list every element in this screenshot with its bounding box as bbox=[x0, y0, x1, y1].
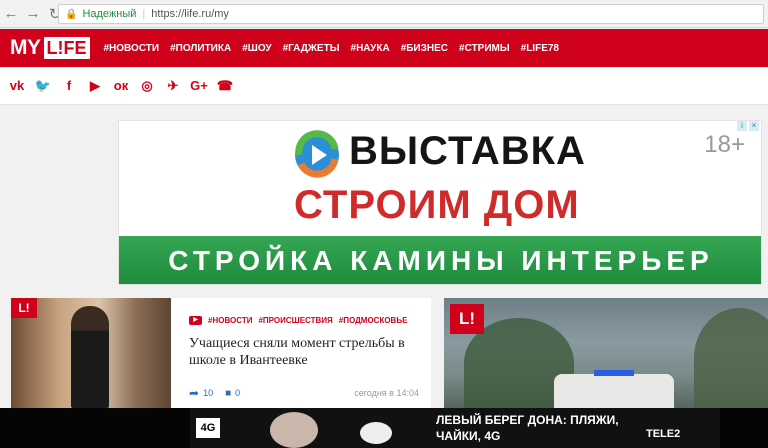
menu-item-business[interactable]: #БИЗНЕС bbox=[401, 43, 448, 54]
url-text: https://life.ru/my bbox=[151, 8, 229, 20]
person-image bbox=[71, 306, 109, 408]
back-icon[interactable]: ← bbox=[0, 3, 22, 25]
ad-top-area: ВЫСТАВКА СТРОИМ ДОМ 18+ i × bbox=[119, 121, 761, 236]
article-card[interactable]: L! ▶ #НОВОСТИ #ПРОИСШЕСТВИЯ #ПОДМОСКОВЬЕ… bbox=[11, 298, 431, 408]
telegram-icon[interactable]: ✈ bbox=[164, 77, 182, 95]
ad-subtitle: СТРОИМ ДОМ bbox=[294, 183, 580, 227]
article-thumbnail[interactable]: L! bbox=[11, 298, 171, 408]
menu-item-news[interactable]: #НОВОСТИ bbox=[104, 43, 160, 54]
age-rating: 18+ bbox=[704, 131, 745, 158]
youtube-icon: ▶ bbox=[189, 316, 202, 325]
tag-moscow-region[interactable]: #ПОДМОСКОВЬЕ bbox=[339, 316, 408, 325]
seagull-image bbox=[360, 422, 392, 444]
ambulance-image bbox=[554, 374, 674, 408]
brand-logo: TELE2 bbox=[646, 428, 681, 440]
ad-tagline: СТРОЙКА КАМИНЫ ИНТЕРЬЕР bbox=[119, 236, 761, 284]
secure-label: Надежный bbox=[82, 8, 137, 20]
twitter-icon[interactable]: 🐦 bbox=[34, 77, 52, 95]
comment-icon[interactable]: ■ bbox=[225, 388, 231, 399]
article-tags: ▶ #НОВОСТИ #ПРОИСШЕСТВИЯ #ПОДМОСКОВЬЕ bbox=[189, 316, 419, 325]
article-time: сегодня в 14:04 bbox=[354, 388, 419, 398]
main-menu: #НОВОСТИ #ПОЛИТИКА #ШОУ #ГАДЖЕТЫ #НАУКА … bbox=[104, 43, 571, 54]
article-meta: ➦ 10 ■ 0 сегодня в 14:04 bbox=[189, 386, 419, 400]
menu-item-gadgets[interactable]: #ГАДЖЕТЫ bbox=[283, 43, 340, 54]
promo-text: ЛЕВЫЙ БЕРЕГ ДОНА: ПЛЯЖИ, ЧАЙКИ, 4G bbox=[436, 413, 619, 443]
forward-icon[interactable]: → bbox=[22, 3, 44, 25]
network-badge: 4G bbox=[196, 418, 220, 438]
site-logo[interactable]: MY L!FE bbox=[10, 36, 90, 60]
youtube-icon[interactable]: ▶ bbox=[86, 77, 104, 95]
site-header: MY L!FE #НОВОСТИ #ПОЛИТИКА #ШОУ #ГАДЖЕТЫ… bbox=[0, 29, 768, 67]
menu-item-life78[interactable]: #LIFE78 bbox=[521, 43, 559, 54]
article-headline[interactable]: Учащиеся сняли момент стрельбы в школе в… bbox=[189, 335, 417, 369]
exhibition-logo-icon bbox=[295, 130, 339, 178]
browser-toolbar: ← → ↻ 🔒 Надежный | https://life.ru/my bbox=[0, 0, 768, 28]
bottom-ad[interactable]: 4G ЛЕВЫЙ БЕРЕГ ДОНА: ПЛЯЖИ, ЧАЙКИ, 4G TE… bbox=[0, 408, 768, 448]
share-icon[interactable]: ➦ bbox=[189, 386, 199, 400]
ad-banner[interactable]: ВЫСТАВКА СТРОИМ ДОМ 18+ i × СТРОЙКА КАМИ… bbox=[118, 120, 762, 285]
tag-news[interactable]: #НОВОСТИ bbox=[208, 316, 252, 325]
facebook-icon[interactable]: f bbox=[60, 77, 78, 95]
tag-incidents[interactable]: #ПРОИСШЕСТВИЯ bbox=[258, 316, 332, 325]
article-card-2[interactable]: L! bbox=[444, 298, 768, 408]
instagram-icon[interactable]: ◎ bbox=[138, 77, 156, 95]
menu-item-politics[interactable]: #ПОЛИТИКА bbox=[170, 43, 231, 54]
menu-item-science[interactable]: #НАУКА bbox=[351, 43, 390, 54]
tree-image bbox=[694, 308, 768, 408]
man-face-image bbox=[270, 412, 318, 448]
comment-count: 0 bbox=[235, 388, 241, 398]
address-separator: | bbox=[142, 8, 146, 20]
ambulance-light bbox=[594, 370, 634, 376]
share-count: 10 bbox=[203, 388, 214, 398]
social-bar: vk 🐦 f ▶ ок ◎ ✈ G+ ☎ bbox=[0, 67, 768, 105]
life-badge: L! bbox=[450, 304, 484, 334]
adchoices-icon[interactable]: i bbox=[737, 121, 747, 131]
life-badge: L! bbox=[11, 298, 37, 318]
bottom-ad-inner: 4G ЛЕВЫЙ БЕРЕГ ДОНА: ПЛЯЖИ, ЧАЙКИ, 4G TE… bbox=[190, 408, 720, 448]
lock-icon: 🔒 bbox=[65, 8, 78, 20]
article-body: ▶ #НОВОСТИ #ПРОИСШЕСТВИЯ #ПОДМОСКОВЬЕ Уч… bbox=[189, 316, 419, 400]
odnoklassniki-icon[interactable]: ок bbox=[112, 77, 130, 95]
googleplus-icon[interactable]: G+ bbox=[190, 77, 208, 95]
menu-item-show[interactable]: #ШОУ bbox=[242, 43, 271, 54]
ad-title: ВЫСТАВКА bbox=[349, 129, 586, 173]
viber-icon[interactable]: ☎ bbox=[216, 77, 234, 95]
close-icon[interactable]: × bbox=[749, 121, 759, 131]
menu-item-streams[interactable]: #СТРИМЫ bbox=[459, 43, 510, 54]
vk-icon[interactable]: vk bbox=[8, 77, 26, 95]
ad-choices[interactable]: i × bbox=[735, 121, 759, 131]
address-bar[interactable]: 🔒 Надежный | https://life.ru/my bbox=[58, 4, 764, 24]
